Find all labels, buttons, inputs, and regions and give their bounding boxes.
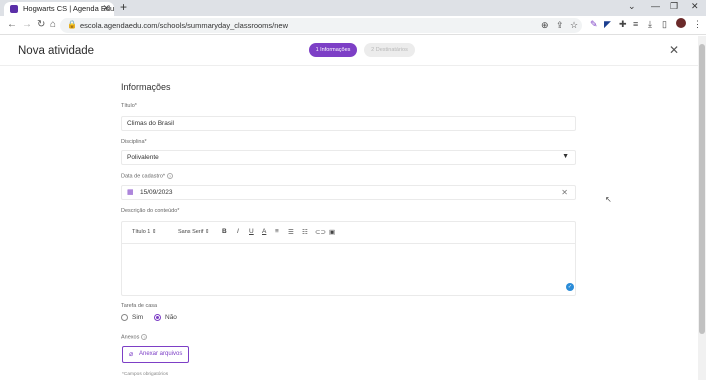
homework-option-sim: Sim bbox=[132, 314, 144, 321]
media-icon[interactable]: ≡ bbox=[633, 19, 638, 29]
heading-select[interactable]: Título 1 ⇕ bbox=[132, 229, 156, 235]
profile-avatar[interactable] bbox=[676, 18, 686, 28]
homework-radio-sim[interactable] bbox=[121, 314, 128, 321]
attachments-label: Anexos? bbox=[121, 334, 148, 341]
download-icon[interactable]: ⤓ bbox=[648, 19, 652, 30]
heading-select-label: Título 1 bbox=[132, 229, 151, 235]
home-icon[interactable]: ⌂ bbox=[50, 19, 56, 30]
tab-close-icon[interactable]: ✕ bbox=[102, 3, 110, 14]
attach-files-button[interactable]: ⌀ Anexar arquivos bbox=[122, 346, 189, 363]
grammarly-icon[interactable]: ✓ bbox=[566, 283, 574, 291]
window-close-icon[interactable]: ✕ bbox=[691, 1, 699, 12]
page-content: Nova atividade 1 Informações 2 Destinatá… bbox=[0, 36, 698, 380]
align-icon[interactable]: ≡ bbox=[275, 228, 279, 235]
scrollbar-thumb[interactable] bbox=[699, 44, 705, 334]
url-text: escola.agendaedu.com/schools/summaryday_… bbox=[80, 21, 289, 30]
title-value: Climas do Brasil bbox=[127, 120, 174, 127]
reload-icon[interactable]: ↻ bbox=[37, 19, 45, 30]
close-icon[interactable]: ✕ bbox=[669, 43, 679, 57]
tab-search-icon[interactable]: ⌄ bbox=[628, 1, 636, 12]
tab-title: Hogwarts CS | Agenda Edu bbox=[23, 4, 115, 13]
rich-text-editor[interactable]: Título 1 ⇕ Sans Serif ⇕ B I U A ≡ ☰ ☷ ⊂⊃… bbox=[121, 221, 576, 296]
favicon-icon bbox=[10, 5, 18, 13]
description-label: Descrição do conteúdo* bbox=[121, 208, 180, 214]
extension-pen-icon[interactable]: ✎ bbox=[590, 19, 598, 30]
section-title: Informações bbox=[121, 82, 171, 92]
attachments-help-icon[interactable]: ? bbox=[141, 334, 148, 340]
required-fields-note: *Campos obrigatórios bbox=[122, 372, 169, 377]
homework-radio-nao[interactable] bbox=[154, 314, 161, 321]
bullet-list-icon[interactable]: ☷ bbox=[302, 228, 308, 236]
minimize-icon[interactable]: — bbox=[651, 1, 660, 11]
attach-files-label: Anexar arquivos bbox=[139, 351, 183, 357]
bookmark-star-icon[interactable]: ☆ bbox=[570, 20, 578, 31]
back-icon[interactable]: ← bbox=[7, 19, 17, 30]
title-input[interactable]: Climas do Brasil bbox=[121, 116, 576, 131]
bold-icon[interactable]: B bbox=[222, 228, 227, 235]
underline-icon[interactable]: U bbox=[249, 228, 254, 235]
clear-date-icon[interactable]: ✕ bbox=[561, 188, 568, 197]
font-select[interactable]: Sans Serif ⇕ bbox=[178, 229, 210, 235]
help-icon[interactable]: ? bbox=[167, 173, 174, 179]
discipline-value: Polivalente bbox=[127, 154, 159, 161]
date-label: Data de cadastro*? bbox=[121, 173, 174, 180]
calendar-icon: ▦ bbox=[127, 189, 134, 196]
attachments-label-text: Anexos bbox=[121, 334, 140, 341]
step-destinatarios[interactable]: 2 Destinatários bbox=[364, 43, 415, 57]
extension-icon[interactable]: ◤ bbox=[604, 19, 611, 30]
paperclip-icon: ⌀ bbox=[129, 351, 134, 358]
mouse-cursor-icon: ↖ bbox=[605, 195, 612, 204]
discipline-label: Disciplina* bbox=[121, 139, 147, 145]
homework-label: Tarefa de casa bbox=[121, 303, 158, 309]
text-color-icon[interactable]: A bbox=[262, 228, 266, 235]
title-label: Título* bbox=[121, 103, 137, 109]
date-value: 15/09/2023 bbox=[140, 189, 173, 196]
editor-toolbar: Título 1 ⇕ Sans Serif ⇕ B I U A ≡ ☰ ☷ ⊂⊃… bbox=[122, 222, 575, 244]
header-divider bbox=[0, 65, 698, 66]
chevron-down-icon: ▼ bbox=[562, 153, 569, 160]
browser-tab-strip: Hogwarts CS | Agenda Edu ✕ + ⌄ — ❐ ✕ bbox=[0, 0, 706, 16]
font-select-label: Sans Serif bbox=[178, 229, 204, 235]
menu-icon[interactable]: ⋮ bbox=[693, 19, 702, 30]
ordered-list-icon[interactable]: ☰ bbox=[288, 228, 294, 236]
link-icon[interactable]: ⊂⊃ bbox=[315, 228, 326, 236]
browser-tab[interactable]: Hogwarts CS | Agenda Edu ✕ bbox=[4, 2, 114, 16]
discipline-select[interactable]: Polivalente ▼ bbox=[121, 150, 576, 165]
homework-option-nao: Não bbox=[165, 314, 177, 321]
date-label-text: Data de cadastro* bbox=[121, 173, 166, 180]
extensions-puzzle-icon[interactable]: ✚ bbox=[619, 19, 627, 30]
new-tab-icon[interactable]: + bbox=[120, 0, 127, 14]
italic-icon[interactable]: I bbox=[237, 228, 239, 235]
date-input[interactable]: ▦ 15/09/2023 ✕ bbox=[121, 185, 576, 200]
browser-toolbar: ← → ↻ ⌂ 🔒 escola.agendaedu.com/schools/s… bbox=[0, 16, 706, 35]
image-icon[interactable]: ▣ bbox=[329, 228, 335, 236]
lock-icon: 🔒 bbox=[67, 20, 77, 29]
address-bar[interactable]: 🔒 escola.agendaedu.com/schools/summaryda… bbox=[60, 18, 582, 33]
step-informacoes[interactable]: 1 Informações bbox=[309, 43, 357, 57]
share-icon[interactable]: ⇪ bbox=[556, 20, 564, 31]
side-panel-icon[interactable]: ▯ bbox=[662, 19, 667, 30]
restore-icon[interactable]: ❐ bbox=[670, 1, 678, 12]
forward-icon[interactable]: → bbox=[22, 19, 32, 30]
page-title: Nova atividade bbox=[18, 45, 95, 57]
zoom-icon[interactable]: ⊕ bbox=[541, 20, 549, 31]
